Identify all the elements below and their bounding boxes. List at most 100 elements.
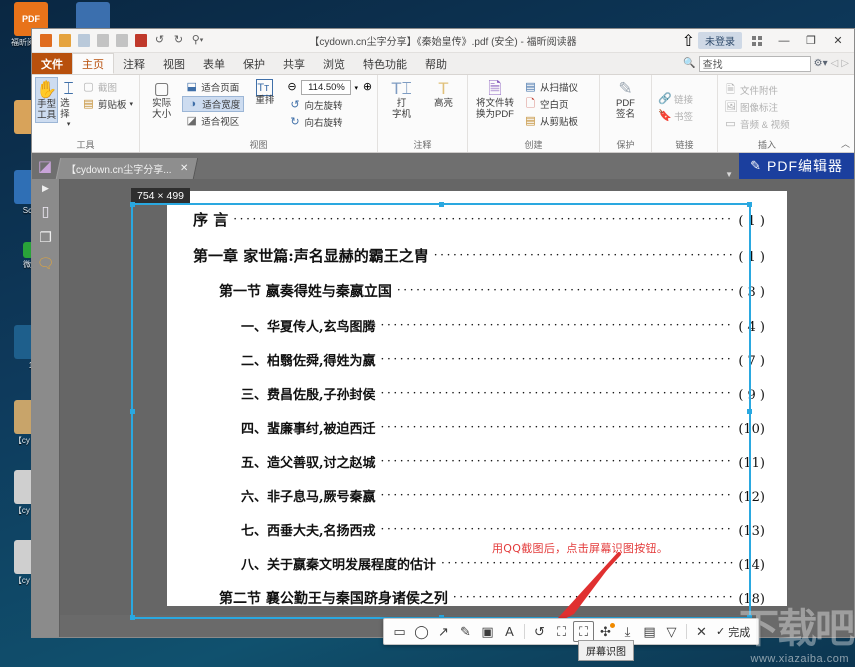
screen-recognize-tool[interactable]: ⛶ (573, 621, 594, 642)
pin-tool[interactable]: ✣ (595, 621, 616, 642)
toc-entry[interactable]: 三、费昌佐殷,子孙封侯·····························… (193, 384, 765, 403)
chevron-down-icon[interactable]: ▼ (725, 170, 739, 179)
search-prev-icon[interactable]: ◁ (831, 58, 839, 69)
tab-special-features[interactable]: 特色功能 (354, 53, 416, 74)
image-annotation-button[interactable]: 🖼 图像标注 (721, 99, 793, 115)
share-icon[interactable]: ⇧ (682, 31, 695, 51)
close-button[interactable]: ✕ (826, 31, 850, 51)
document-tab[interactable]: 【cydown.cn尘字分享... ✕ (56, 158, 198, 179)
toc-entry[interactable]: 一、华夏传人,玄鸟图腾·····························… (193, 316, 765, 335)
hand-tool-button[interactable]: ✋ 手型 工具 (35, 77, 58, 123)
tab-browse[interactable]: 浏览 (314, 53, 354, 74)
toc-entry[interactable]: 第一章 家世篇:声名显赫的霸王之胄·······················… (193, 245, 765, 266)
expand-pane-icon[interactable]: ▶ (42, 183, 49, 194)
ocr-text-tool[interactable]: ⛶ (551, 621, 572, 642)
page-view[interactable]: 序 言·····································… (60, 179, 854, 638)
tab-comment[interactable]: 注释 (114, 53, 154, 74)
snapshot-button[interactable]: ▢ 截图 (79, 79, 136, 95)
media-icon: ▭ (724, 118, 737, 131)
toc-entry[interactable]: 四、蜚廉事纣,被迫西迁·····························… (193, 418, 765, 437)
pen-tool[interactable]: ✎ (455, 621, 476, 642)
undo-icon[interactable]: ↺ (151, 32, 168, 49)
tab-protect[interactable]: 保护 (234, 53, 274, 74)
text-tool[interactable]: A (499, 621, 520, 642)
comments-icon[interactable]: 🗨 (37, 255, 55, 272)
zoom-in-icon[interactable]: ⊕ (361, 81, 374, 94)
rectangle-tool[interactable]: ▭ (389, 621, 410, 642)
rotate-right-button[interactable]: ↻ 向右旋转 (285, 114, 374, 130)
zoom-out-icon[interactable]: ⊖ (285, 81, 298, 94)
search-settings-icon[interactable]: ⚙▾ (814, 58, 828, 69)
typewriter-button[interactable]: T⌶ 打 字机 (382, 77, 422, 121)
pdf-sign-button[interactable]: ✎ PDF 签名 (606, 77, 646, 121)
zoom-level-input[interactable]: 114.50% (301, 80, 351, 95)
close-icon[interactable]: ✕ (180, 163, 188, 174)
from-scanner-button[interactable]: ▤ 从扫描仪 (521, 79, 581, 95)
tab-view[interactable]: 视图 (154, 53, 194, 74)
minimize-button[interactable]: — (772, 31, 796, 51)
fit-page-button[interactable]: ⬓ 适合页面 (182, 79, 244, 95)
download-tool[interactable]: ⤓ (617, 621, 638, 642)
layers-icon[interactable]: ❐ (39, 229, 52, 246)
panel-toggle-icon[interactable]: ◪ (32, 153, 58, 179)
restore-icon[interactable] (37, 32, 54, 49)
open-folder-icon[interactable] (56, 32, 73, 49)
print-icon[interactable] (94, 32, 111, 49)
highlight-button[interactable]: T 高亮 (424, 77, 464, 110)
rotate-left-button[interactable]: ↺ 向左旋转 (285, 97, 374, 113)
select-tool-button[interactable]: ⌶ 选择 ▾ (60, 77, 77, 129)
mosaic-tool[interactable]: ▣ (477, 621, 498, 642)
done-button[interactable]: ✓ 完成 (713, 624, 753, 640)
tab-form[interactable]: 表单 (194, 53, 234, 74)
snapshot-label: 截图 (98, 80, 117, 94)
file-attachment-button[interactable]: 🗎 文件附件 (721, 82, 793, 98)
save-tool[interactable]: ▤ (639, 621, 660, 642)
apps-grid-icon[interactable] (745, 31, 769, 51)
login-status-button[interactable]: 未登录 (698, 32, 742, 49)
search-next-icon[interactable]: ▷ (841, 58, 849, 69)
chevron-down-icon[interactable]: ▾ (354, 84, 358, 92)
from-clipboard-button[interactable]: ▤ 从剪贴板 (521, 113, 581, 129)
page-thumbnails-icon[interactable]: ▯ (42, 203, 50, 220)
highlight-icon[interactable] (132, 32, 149, 49)
ellipse-tool[interactable]: ◯ (411, 621, 432, 642)
toc-entry[interactable]: 第一节 嬴奏得姓与秦嬴立国···························… (193, 281, 765, 301)
bookmark-button[interactable]: 🔖 书签 (655, 108, 696, 124)
blank-page-button[interactable]: 🗋 空白页 (521, 96, 581, 112)
toc-entry[interactable]: 五、造父善驭,讨之赵城·····························… (193, 452, 765, 471)
toc-entry[interactable]: 序 言·····································… (193, 209, 765, 230)
collapse-ribbon-icon[interactable]: ︿ (841, 137, 850, 150)
redo-icon[interactable]: ↻ (170, 32, 187, 49)
toc-entry[interactable]: 六、非子息马,厥号秦嬴·····························… (193, 486, 765, 505)
save-icon[interactable] (75, 32, 92, 49)
cancel-tool[interactable]: ✕ (691, 621, 712, 642)
tab-help[interactable]: 帮助 (416, 53, 456, 74)
toc-entry[interactable]: 七、西垂大夫,名扬西戎·····························… (193, 520, 765, 539)
arrow-tool[interactable]: ↗ (433, 621, 454, 642)
toc-entry[interactable]: 八、关于嬴秦文明发展程度的估计·························… (193, 554, 765, 573)
share-tool[interactable]: ▽ (661, 621, 682, 642)
actual-size-button[interactable]: ▢ 实际 大小 (143, 77, 180, 121)
clipboard-button[interactable]: ▤ 剪贴板 ▾ (79, 96, 136, 112)
tab-file[interactable]: 文件 (32, 53, 72, 74)
maximize-button[interactable]: ❐ (799, 31, 823, 51)
file-attachment-label: 文件附件 (740, 83, 778, 97)
reflow-button[interactable]: Tт 重排 (246, 77, 283, 107)
chevron-down-icon[interactable]: ▾ (129, 100, 133, 108)
convert-to-pdf-button[interactable]: 🗎 将文件转 换为PDF (471, 77, 519, 121)
search-input[interactable]: 查找 (699, 56, 811, 72)
email-icon[interactable] (113, 32, 130, 49)
toc-entry[interactable]: 第二节 襄公勤王与秦国跻身诸侯之列·······················… (193, 588, 765, 606)
link-button[interactable]: 🔗 链接 (655, 91, 696, 107)
tab-home[interactable]: 主页 (72, 53, 114, 74)
fit-width-button[interactable]: ◑ 适合宽度 (182, 96, 244, 112)
ribbon-group-view: ▢ 实际 大小 ⬓ 适合页面 ◑ 适合宽度 ◪ 适合视区 (140, 75, 378, 152)
chevron-down-icon[interactable]: ▾ (67, 121, 71, 129)
toc-entry[interactable]: 二、柏翳佐舜,得姓为嬴·····························… (193, 350, 765, 369)
tab-share[interactable]: 共享 (274, 53, 314, 74)
pdf-editor-button[interactable]: ✎ PDF编辑器 (739, 153, 854, 179)
audio-video-button[interactable]: ▭ 音频 & 视频 (721, 116, 793, 132)
customize-quick-access-icon[interactable]: ⚲▾ (189, 32, 206, 49)
fit-visible-button[interactable]: ◪ 适合视区 (182, 113, 244, 129)
undo-tool[interactable]: ↺ (529, 621, 550, 642)
